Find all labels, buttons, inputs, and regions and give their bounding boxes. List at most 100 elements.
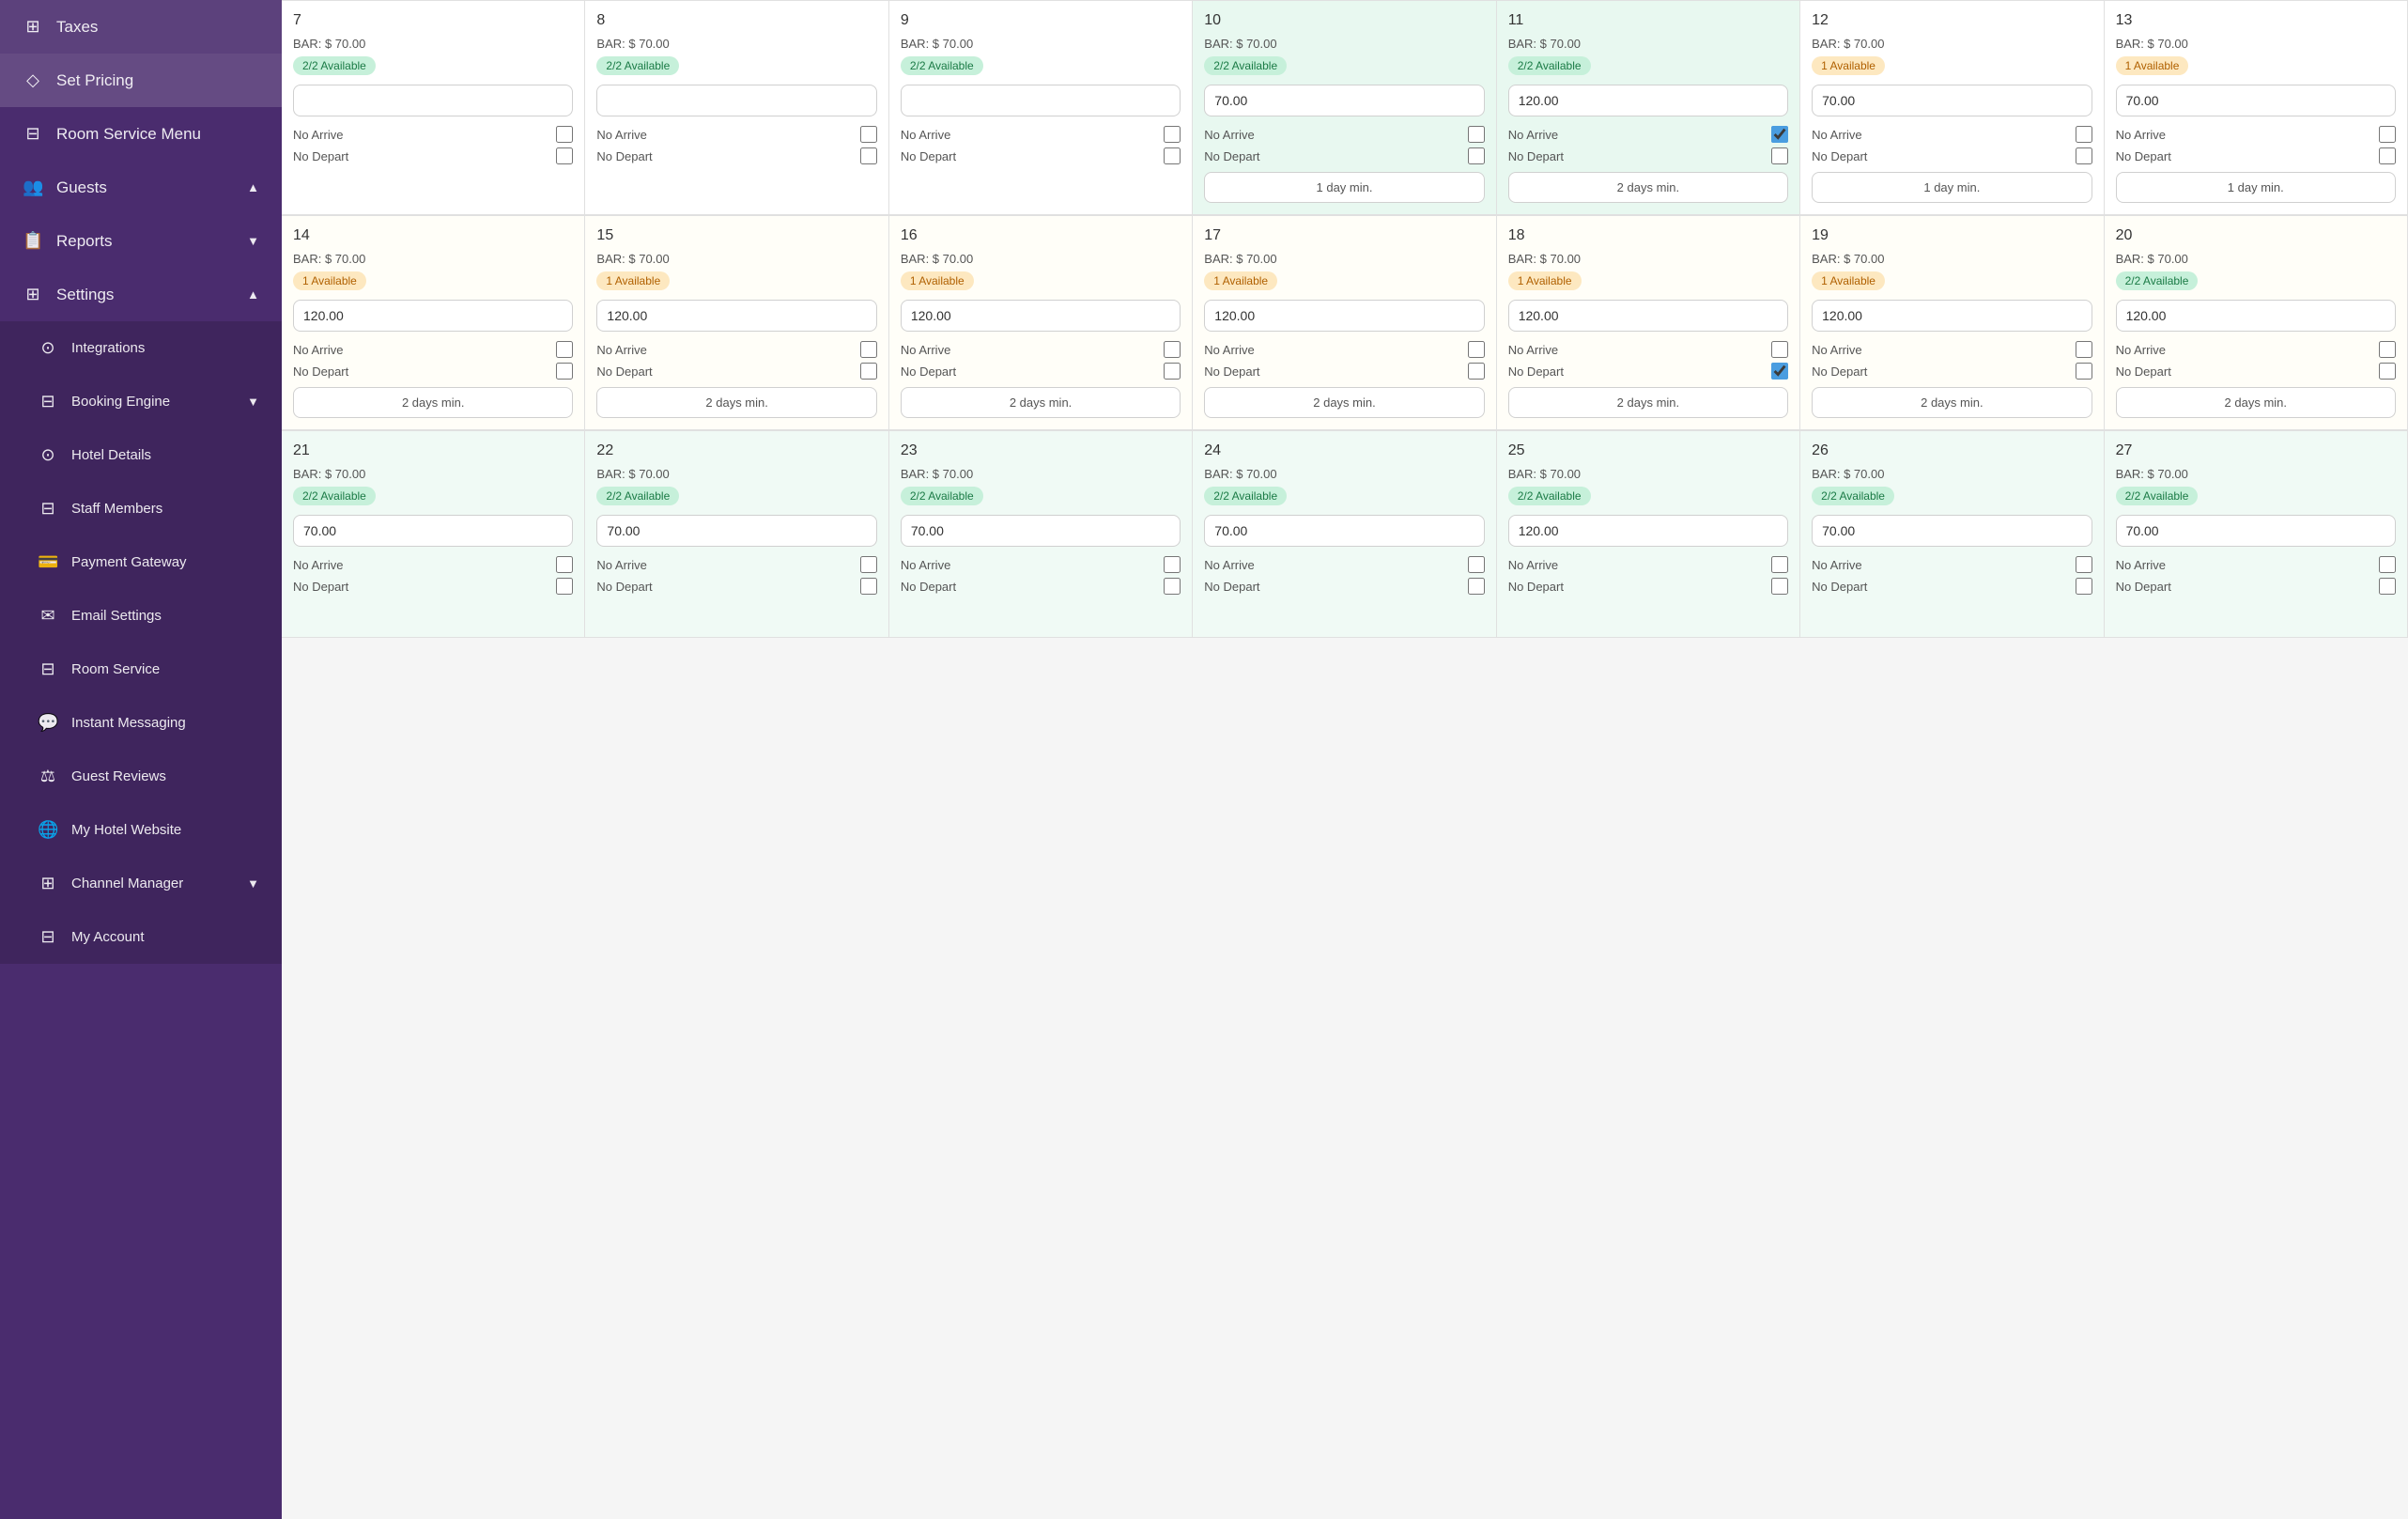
no-depart-checkbox-8[interactable] bbox=[860, 147, 877, 164]
sidebar-item-integrations[interactable]: ⊙ Integrations bbox=[0, 321, 282, 375]
no-depart-checkbox-19[interactable] bbox=[2076, 363, 2092, 380]
min-days-btn-16[interactable]: 2 days min. bbox=[901, 387, 1181, 418]
no-depart-checkbox-10[interactable] bbox=[1468, 147, 1485, 164]
sidebar-item-reports[interactable]: 📋 Reports ▼ bbox=[0, 214, 282, 268]
no-depart-checkbox-16[interactable] bbox=[1164, 363, 1181, 380]
no-arrive-checkbox-17[interactable] bbox=[1468, 341, 1485, 358]
price-input-23[interactable] bbox=[901, 515, 1181, 547]
no-arrive-checkbox-27[interactable] bbox=[2379, 556, 2396, 573]
no-arrive-label-21: No Arrive bbox=[293, 558, 343, 572]
no-depart-checkbox-26[interactable] bbox=[2076, 578, 2092, 595]
no-arrive-checkbox-10[interactable] bbox=[1468, 126, 1485, 143]
no-arrive-checkbox-26[interactable] bbox=[2076, 556, 2092, 573]
no-depart-checkbox-11[interactable] bbox=[1771, 147, 1788, 164]
no-arrive-checkbox-12[interactable] bbox=[2076, 126, 2092, 143]
no-arrive-checkbox-16[interactable] bbox=[1164, 341, 1181, 358]
sidebar-item-taxes[interactable]: ⊞ Taxes bbox=[0, 0, 282, 54]
no-arrive-checkbox-18[interactable] bbox=[1771, 341, 1788, 358]
price-input-13[interactable] bbox=[2116, 85, 2396, 116]
day-cell-24: 24BAR: $ 70.002/2 AvailableNo ArriveNo D… bbox=[1193, 431, 1496, 638]
min-days-btn-19[interactable]: 2 days min. bbox=[1812, 387, 2092, 418]
min-days-btn-10[interactable]: 1 day min. bbox=[1204, 172, 1484, 203]
sidebar-item-room-service[interactable]: ⊟ Room Service bbox=[0, 643, 282, 696]
min-days-btn-20[interactable]: 2 days min. bbox=[2116, 387, 2396, 418]
no-depart-checkbox-20[interactable] bbox=[2379, 363, 2396, 380]
sidebar-item-email-settings[interactable]: ✉ Email Settings bbox=[0, 589, 282, 643]
no-arrive-checkbox-14[interactable] bbox=[556, 341, 573, 358]
day-number-13: 13 bbox=[2116, 12, 2396, 29]
price-input-26[interactable] bbox=[1812, 515, 2092, 547]
no-arrive-row-17: No Arrive bbox=[1204, 341, 1484, 358]
no-depart-checkbox-22[interactable] bbox=[860, 578, 877, 595]
bar-price-12: BAR: $ 70.00 bbox=[1812, 37, 2092, 51]
min-days-btn-12[interactable]: 1 day min. bbox=[1812, 172, 2092, 203]
sidebar-item-room-service-menu[interactable]: ⊟ Room Service Menu bbox=[0, 107, 282, 161]
price-input-24[interactable] bbox=[1204, 515, 1484, 547]
no-arrive-checkbox-21[interactable] bbox=[556, 556, 573, 573]
price-input-12[interactable] bbox=[1812, 85, 2092, 116]
min-days-btn-13[interactable]: 1 day min. bbox=[2116, 172, 2396, 203]
no-depart-checkbox-23[interactable] bbox=[1164, 578, 1181, 595]
price-input-19[interactable] bbox=[1812, 300, 2092, 332]
sidebar-item-settings[interactable]: ⊞ Settings ▲ bbox=[0, 268, 282, 321]
min-days-btn-17[interactable]: 2 days min. bbox=[1204, 387, 1484, 418]
price-input-10[interactable] bbox=[1204, 85, 1484, 116]
no-arrive-checkbox-9[interactable] bbox=[1164, 126, 1181, 143]
no-arrive-checkbox-20[interactable] bbox=[2379, 341, 2396, 358]
sidebar-item-my-hotel-website[interactable]: 🌐 My Hotel Website bbox=[0, 803, 282, 857]
sidebar-item-channel-manager[interactable]: ⊞ Channel Manager ▼ bbox=[0, 857, 282, 910]
no-depart-checkbox-15[interactable] bbox=[860, 363, 877, 380]
no-arrive-checkbox-13[interactable] bbox=[2379, 126, 2396, 143]
sidebar-item-my-account[interactable]: ⊟ My Account bbox=[0, 910, 282, 964]
no-arrive-checkbox-19[interactable] bbox=[2076, 341, 2092, 358]
no-arrive-checkbox-8[interactable] bbox=[860, 126, 877, 143]
no-depart-checkbox-25[interactable] bbox=[1771, 578, 1788, 595]
price-input-11[interactable] bbox=[1508, 85, 1788, 116]
no-arrive-checkbox-25[interactable] bbox=[1771, 556, 1788, 573]
min-days-btn-11[interactable]: 2 days min. bbox=[1508, 172, 1788, 203]
no-depart-checkbox-18[interactable] bbox=[1771, 363, 1788, 380]
price-input-21[interactable] bbox=[293, 515, 573, 547]
no-arrive-checkbox-15[interactable] bbox=[860, 341, 877, 358]
sidebar: ⊞ Taxes ◇ Set Pricing ⊟ Room Service Men… bbox=[0, 0, 282, 1519]
no-depart-checkbox-14[interactable] bbox=[556, 363, 573, 380]
no-depart-checkbox-9[interactable] bbox=[1164, 147, 1181, 164]
price-input-9[interactable] bbox=[901, 85, 1181, 116]
no-depart-checkbox-12[interactable] bbox=[2076, 147, 2092, 164]
no-arrive-checkbox-11[interactable] bbox=[1771, 126, 1788, 143]
price-input-15[interactable] bbox=[596, 300, 876, 332]
no-depart-checkbox-27[interactable] bbox=[2379, 578, 2396, 595]
price-input-20[interactable] bbox=[2116, 300, 2396, 332]
sidebar-item-instant-messaging[interactable]: 💬 Instant Messaging bbox=[0, 696, 282, 750]
day-number-21: 21 bbox=[293, 442, 573, 459]
no-depart-checkbox-17[interactable] bbox=[1468, 363, 1485, 380]
price-input-17[interactable] bbox=[1204, 300, 1484, 332]
day-number-10: 10 bbox=[1204, 12, 1484, 29]
sidebar-item-booking-engine[interactable]: ⊟ Booking Engine ▼ bbox=[0, 375, 282, 428]
price-input-14[interactable] bbox=[293, 300, 573, 332]
sidebar-item-set-pricing[interactable]: ◇ Set Pricing bbox=[0, 54, 282, 107]
no-depart-checkbox-24[interactable] bbox=[1468, 578, 1485, 595]
price-input-16[interactable] bbox=[901, 300, 1181, 332]
min-days-btn-14[interactable]: 2 days min. bbox=[293, 387, 573, 418]
sidebar-item-guests[interactable]: 👥 Guests ▲ bbox=[0, 161, 282, 214]
price-input-25[interactable] bbox=[1508, 515, 1788, 547]
sidebar-item-guest-reviews[interactable]: ⚖ Guest Reviews bbox=[0, 750, 282, 803]
min-days-btn-18[interactable]: 2 days min. bbox=[1508, 387, 1788, 418]
price-input-8[interactable] bbox=[596, 85, 876, 116]
price-input-27[interactable] bbox=[2116, 515, 2396, 547]
min-days-btn-15[interactable]: 2 days min. bbox=[596, 387, 876, 418]
no-arrive-checkbox-23[interactable] bbox=[1164, 556, 1181, 573]
price-input-7[interactable] bbox=[293, 85, 573, 116]
no-depart-checkbox-7[interactable] bbox=[556, 147, 573, 164]
no-arrive-checkbox-22[interactable] bbox=[860, 556, 877, 573]
sidebar-item-payment-gateway[interactable]: 💳 Payment Gateway bbox=[0, 535, 282, 589]
price-input-18[interactable] bbox=[1508, 300, 1788, 332]
no-depart-checkbox-13[interactable] bbox=[2379, 147, 2396, 164]
sidebar-item-staff-members[interactable]: ⊟ Staff Members bbox=[0, 482, 282, 535]
no-arrive-checkbox-7[interactable] bbox=[556, 126, 573, 143]
price-input-22[interactable] bbox=[596, 515, 876, 547]
no-depart-checkbox-21[interactable] bbox=[556, 578, 573, 595]
no-arrive-checkbox-24[interactable] bbox=[1468, 556, 1485, 573]
sidebar-item-hotel-details[interactable]: ⊙ Hotel Details bbox=[0, 428, 282, 482]
